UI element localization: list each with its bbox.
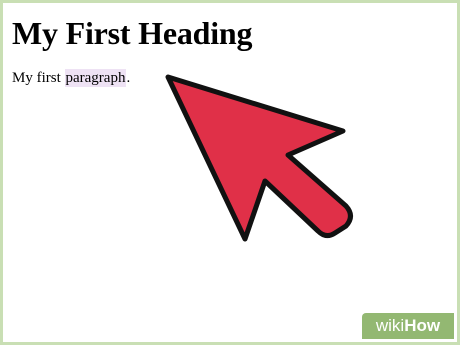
arrow-pointer-icon bbox=[165, 74, 353, 242]
browser-page-frame: My First Heading My first paragraph. wik… bbox=[0, 0, 460, 345]
watermark-how: How bbox=[404, 316, 441, 335]
paragraph-text-end: . bbox=[126, 70, 131, 86]
selected-text-highlight: paragraph bbox=[64, 69, 127, 87]
page-heading: My First Heading bbox=[12, 15, 253, 51]
watermark-wiki: wiki bbox=[375, 316, 405, 335]
arrow-pointer-shape bbox=[165, 74, 353, 242]
paragraph-text-start: My first bbox=[12, 70, 65, 86]
wikihow-watermark: wiki How bbox=[362, 313, 454, 339]
